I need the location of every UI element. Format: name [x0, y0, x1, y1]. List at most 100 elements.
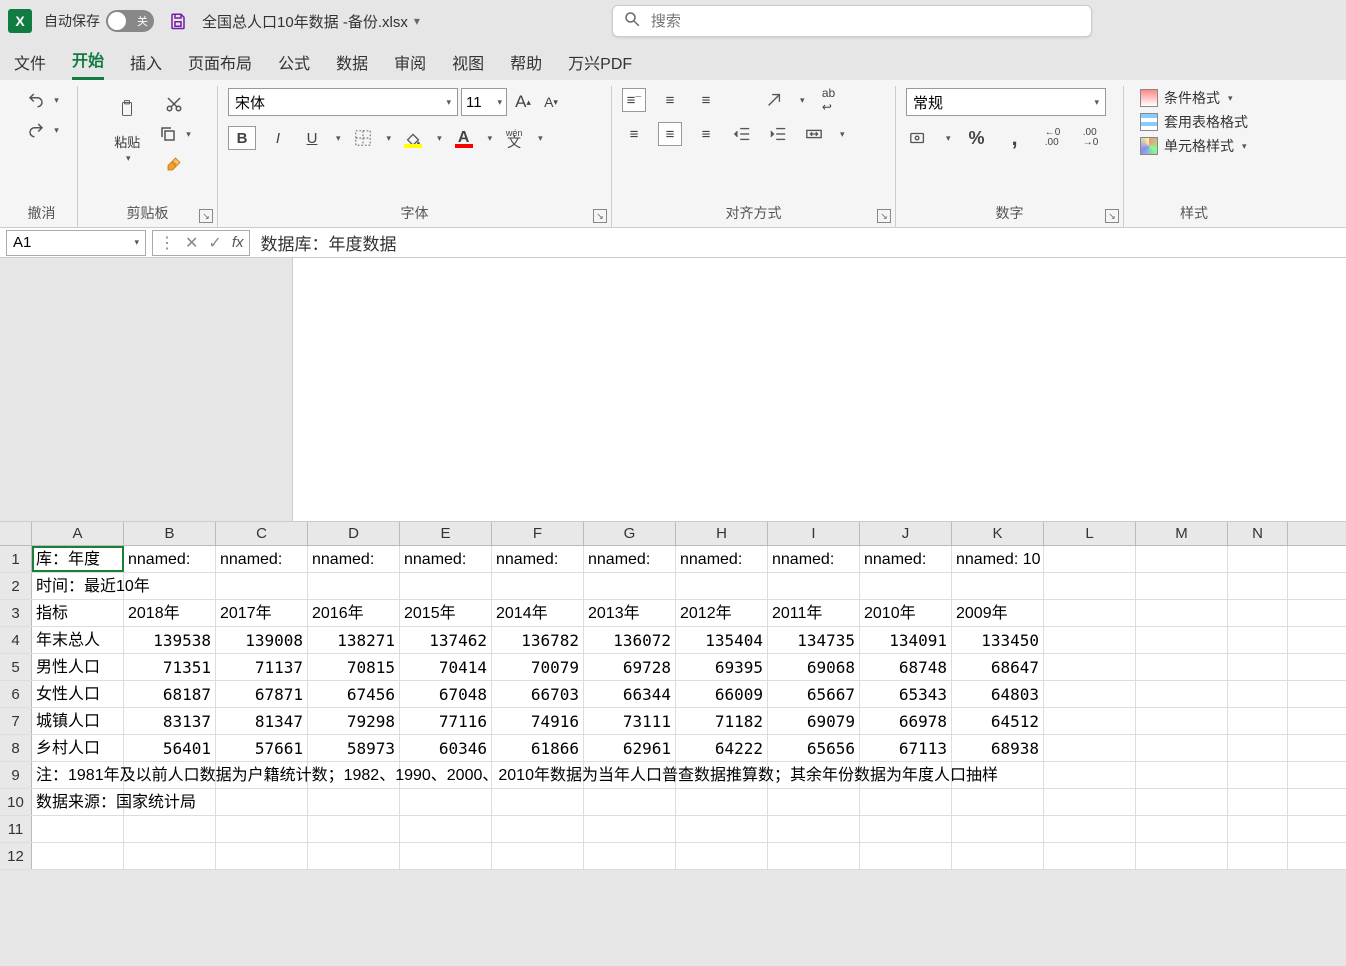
- cell[interactable]: 74916: [492, 708, 584, 734]
- cell[interactable]: 2014年: [492, 600, 584, 626]
- underline-button[interactable]: U: [300, 126, 324, 150]
- cell[interactable]: 2018年: [124, 600, 216, 626]
- increase-font-button[interactable]: A▴: [511, 90, 535, 114]
- italic-button[interactable]: I: [266, 126, 290, 150]
- cell[interactable]: [1228, 735, 1288, 761]
- chevron-down-icon[interactable]: ▾: [186, 129, 191, 140]
- cell[interactable]: 66344: [584, 681, 676, 707]
- cell[interactable]: [308, 789, 400, 815]
- cell[interactable]: 年末总人: [32, 627, 124, 653]
- tab-data[interactable]: 数据: [336, 50, 368, 80]
- align-left-button[interactable]: ≡: [622, 122, 646, 146]
- cell[interactable]: [584, 843, 676, 869]
- cell[interactable]: [1228, 762, 1288, 788]
- cell[interactable]: [492, 843, 584, 869]
- row-header[interactable]: 3: [0, 600, 32, 626]
- tab-pdf[interactable]: 万兴PDF: [568, 50, 632, 80]
- cell[interactable]: 134735: [768, 627, 860, 653]
- cell[interactable]: 库：年度: [32, 546, 124, 572]
- cell[interactable]: [400, 573, 492, 599]
- cell[interactable]: 64512: [952, 708, 1044, 734]
- font-size-select[interactable]: 11 ▾: [461, 88, 507, 116]
- cell[interactable]: [400, 789, 492, 815]
- cell[interactable]: [1228, 627, 1288, 653]
- tab-help[interactable]: 帮助: [510, 50, 542, 80]
- cell[interactable]: [216, 573, 308, 599]
- row-header[interactable]: 5: [0, 654, 32, 680]
- column-header[interactable]: A: [32, 522, 124, 545]
- cell[interactable]: 男性人口: [32, 654, 124, 680]
- cell[interactable]: 71137: [216, 654, 308, 680]
- cell[interactable]: [768, 573, 860, 599]
- cell[interactable]: [492, 816, 584, 842]
- format-table-button[interactable]: 套用表格格式: [1140, 112, 1248, 132]
- cell[interactable]: [492, 789, 584, 815]
- name-box[interactable]: A1 ▾: [6, 230, 146, 256]
- chevron-down-icon[interactable]: ▾: [387, 133, 392, 144]
- cell[interactable]: nnamed:: [584, 546, 676, 572]
- cell[interactable]: 68187: [124, 681, 216, 707]
- autosave-toggle[interactable]: 关: [106, 10, 154, 32]
- column-header[interactable]: M: [1136, 522, 1228, 545]
- tab-file[interactable]: 文件: [14, 50, 46, 80]
- chevron-down-icon[interactable]: ▾: [800, 95, 805, 106]
- cell[interactable]: 64803: [952, 681, 1044, 707]
- cell[interactable]: [308, 816, 400, 842]
- cell-styles-button[interactable]: 单元格样式 ▾: [1140, 136, 1248, 156]
- cell[interactable]: 2011年: [768, 600, 860, 626]
- cell[interactable]: 64222: [676, 735, 768, 761]
- font-name-select[interactable]: 宋体 ▾: [228, 88, 458, 116]
- cell[interactable]: [1044, 708, 1136, 734]
- cell[interactable]: 62961: [584, 735, 676, 761]
- decrease-decimal-button[interactable]: .00→0: [1079, 126, 1103, 150]
- tab-review[interactable]: 审阅: [394, 50, 426, 80]
- cell[interactable]: [860, 573, 952, 599]
- cell[interactable]: [32, 843, 124, 869]
- cell[interactable]: 67456: [308, 681, 400, 707]
- cell[interactable]: 68647: [952, 654, 1044, 680]
- row-header[interactable]: 7: [0, 708, 32, 734]
- chevron-down-icon[interactable]: ▾: [840, 129, 845, 140]
- cell[interactable]: 71182: [676, 708, 768, 734]
- conditional-format-button[interactable]: 条件格式 ▾: [1140, 88, 1248, 108]
- cell[interactable]: [1136, 546, 1228, 572]
- cell[interactable]: [1136, 681, 1228, 707]
- accept-formula-button[interactable]: ✓: [208, 233, 221, 253]
- cell[interactable]: [1136, 735, 1228, 761]
- chevron-down-icon[interactable]: ▾: [437, 133, 442, 144]
- comma-button[interactable]: ,: [1003, 126, 1027, 150]
- cell[interactable]: [1044, 681, 1136, 707]
- cell[interactable]: [1044, 816, 1136, 842]
- cell[interactable]: [1136, 627, 1228, 653]
- cell[interactable]: 70079: [492, 654, 584, 680]
- cell[interactable]: [1044, 762, 1136, 788]
- cell[interactable]: 134091: [860, 627, 952, 653]
- cell[interactable]: 69079: [768, 708, 860, 734]
- cell[interactable]: [492, 573, 584, 599]
- row-header[interactable]: 6: [0, 681, 32, 707]
- cell[interactable]: [1044, 735, 1136, 761]
- column-header[interactable]: F: [492, 522, 584, 545]
- undo-button[interactable]: [24, 88, 48, 112]
- cell[interactable]: [676, 816, 768, 842]
- phonetic-button[interactable]: wén 文: [502, 126, 526, 150]
- cell[interactable]: [1044, 546, 1136, 572]
- search-box[interactable]: [612, 5, 1092, 37]
- number-format-select[interactable]: 常规 ▾: [906, 88, 1106, 116]
- cell[interactable]: 79298: [308, 708, 400, 734]
- file-title[interactable]: 全国总人口10年数据 -备份.xlsx ▾: [202, 11, 420, 32]
- formula-input[interactable]: [250, 233, 1346, 253]
- copy-button[interactable]: [156, 122, 180, 146]
- cell[interactable]: nnamed:: [860, 546, 952, 572]
- cell[interactable]: [1136, 789, 1228, 815]
- column-header[interactable]: K: [952, 522, 1044, 545]
- merge-center-button[interactable]: [802, 122, 826, 146]
- cell[interactable]: [676, 573, 768, 599]
- row-header[interactable]: 12: [0, 843, 32, 869]
- cell[interactable]: [1044, 627, 1136, 653]
- cell[interactable]: 60346: [400, 735, 492, 761]
- cell[interactable]: [768, 789, 860, 815]
- cell[interactable]: 57661: [216, 735, 308, 761]
- cell[interactable]: 2013年: [584, 600, 676, 626]
- percent-button[interactable]: %: [965, 126, 989, 150]
